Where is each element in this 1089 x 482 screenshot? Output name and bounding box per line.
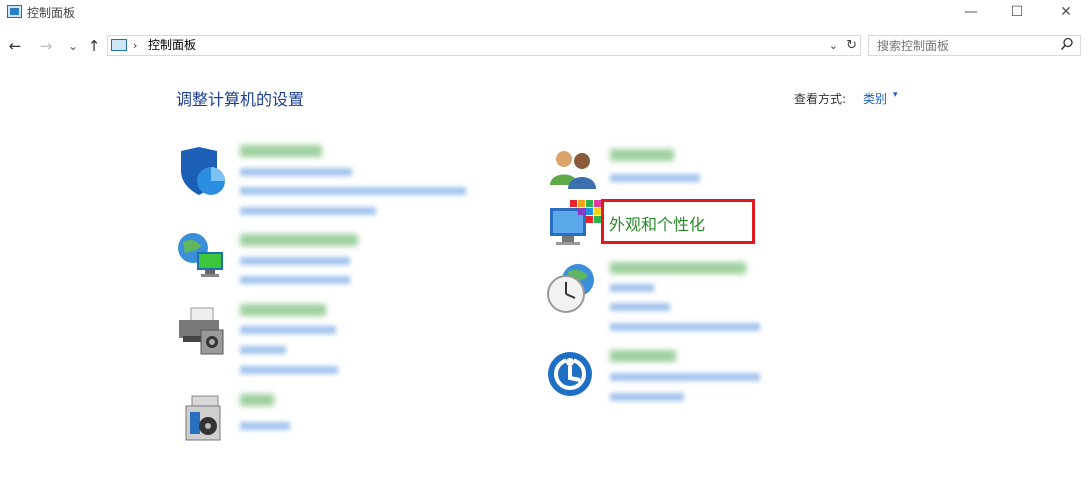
up-button[interactable]: ↑ bbox=[85, 34, 103, 58]
chevron-down-icon[interactable]: ▾ bbox=[893, 90, 898, 100]
blurred-link[interactable] bbox=[240, 257, 350, 265]
blurred-category-title[interactable] bbox=[610, 350, 676, 362]
blurred-link[interactable] bbox=[240, 346, 286, 354]
blurred-link[interactable] bbox=[240, 168, 352, 176]
blurred-link[interactable] bbox=[610, 174, 700, 182]
close-button[interactable]: ✕ bbox=[1043, 0, 1089, 26]
programs-box-icon bbox=[185, 395, 221, 441]
ease-of-access-icon bbox=[548, 352, 592, 396]
search-icon[interactable] bbox=[1060, 37, 1074, 51]
breadcrumb-control-panel[interactable]: 控制面板 bbox=[148, 36, 196, 55]
blurred-link[interactable] bbox=[610, 393, 684, 401]
search-box[interactable] bbox=[868, 35, 1081, 56]
users-icon bbox=[550, 151, 596, 189]
blurred-category-title[interactable] bbox=[240, 304, 326, 316]
title-bar: 控制面板 — ☐ ✕ bbox=[0, 0, 1089, 26]
view-by-label: 查看方式: bbox=[794, 92, 847, 106]
blurred-link[interactable] bbox=[240, 207, 376, 215]
minimize-button[interactable]: — bbox=[948, 0, 994, 26]
personalization-monitor-icon bbox=[550, 200, 601, 245]
page-title: 调整计算机的设置 bbox=[176, 90, 305, 109]
blurred-link[interactable] bbox=[240, 422, 290, 430]
highlight-annotation-box bbox=[601, 199, 755, 244]
blurred-link[interactable] bbox=[610, 303, 670, 311]
search-input[interactable] bbox=[875, 37, 1049, 55]
network-globe-icon bbox=[178, 233, 223, 277]
view-by-dropdown[interactable]: 类别 bbox=[863, 90, 887, 107]
blurred-category-title[interactable] bbox=[610, 262, 746, 274]
blurred-link[interactable] bbox=[240, 366, 338, 374]
recent-locations-button[interactable]: ⌄ bbox=[64, 34, 82, 58]
printer-icon bbox=[179, 307, 224, 355]
address-dropdown-button[interactable]: ⌄ bbox=[829, 36, 838, 55]
address-box[interactable]: › 控制面板 ⌄ ↻ bbox=[107, 35, 861, 56]
blurred-link[interactable] bbox=[610, 323, 760, 331]
blurred-link[interactable] bbox=[610, 284, 654, 292]
breadcrumb-separator[interactable]: › bbox=[133, 36, 137, 55]
clock-globe-icon bbox=[547, 264, 594, 313]
control-panel-icon bbox=[7, 5, 22, 18]
blurred-category-title[interactable] bbox=[240, 234, 358, 246]
blurred-category-title[interactable] bbox=[240, 394, 274, 406]
maximize-button[interactable]: ☐ bbox=[994, 0, 1040, 26]
shield-icon bbox=[181, 147, 225, 195]
window-title: 控制面板 bbox=[27, 6, 76, 20]
blurred-link[interactable] bbox=[240, 187, 466, 195]
blurred-link[interactable] bbox=[240, 326, 336, 334]
blurred-link[interactable] bbox=[610, 373, 760, 381]
control-panel-folder-icon bbox=[111, 39, 127, 51]
blurred-category-title[interactable] bbox=[610, 149, 674, 161]
blurred-link[interactable] bbox=[240, 276, 350, 284]
forward-button[interactable]: → bbox=[37, 34, 55, 58]
address-toolbar: ← → ⌄ ↑ › 控制面板 ⌄ ↻ bbox=[0, 34, 1089, 58]
blurred-category-title[interactable] bbox=[240, 145, 322, 157]
refresh-button[interactable]: ↻ bbox=[846, 36, 857, 55]
back-button[interactable]: ← bbox=[6, 34, 24, 58]
